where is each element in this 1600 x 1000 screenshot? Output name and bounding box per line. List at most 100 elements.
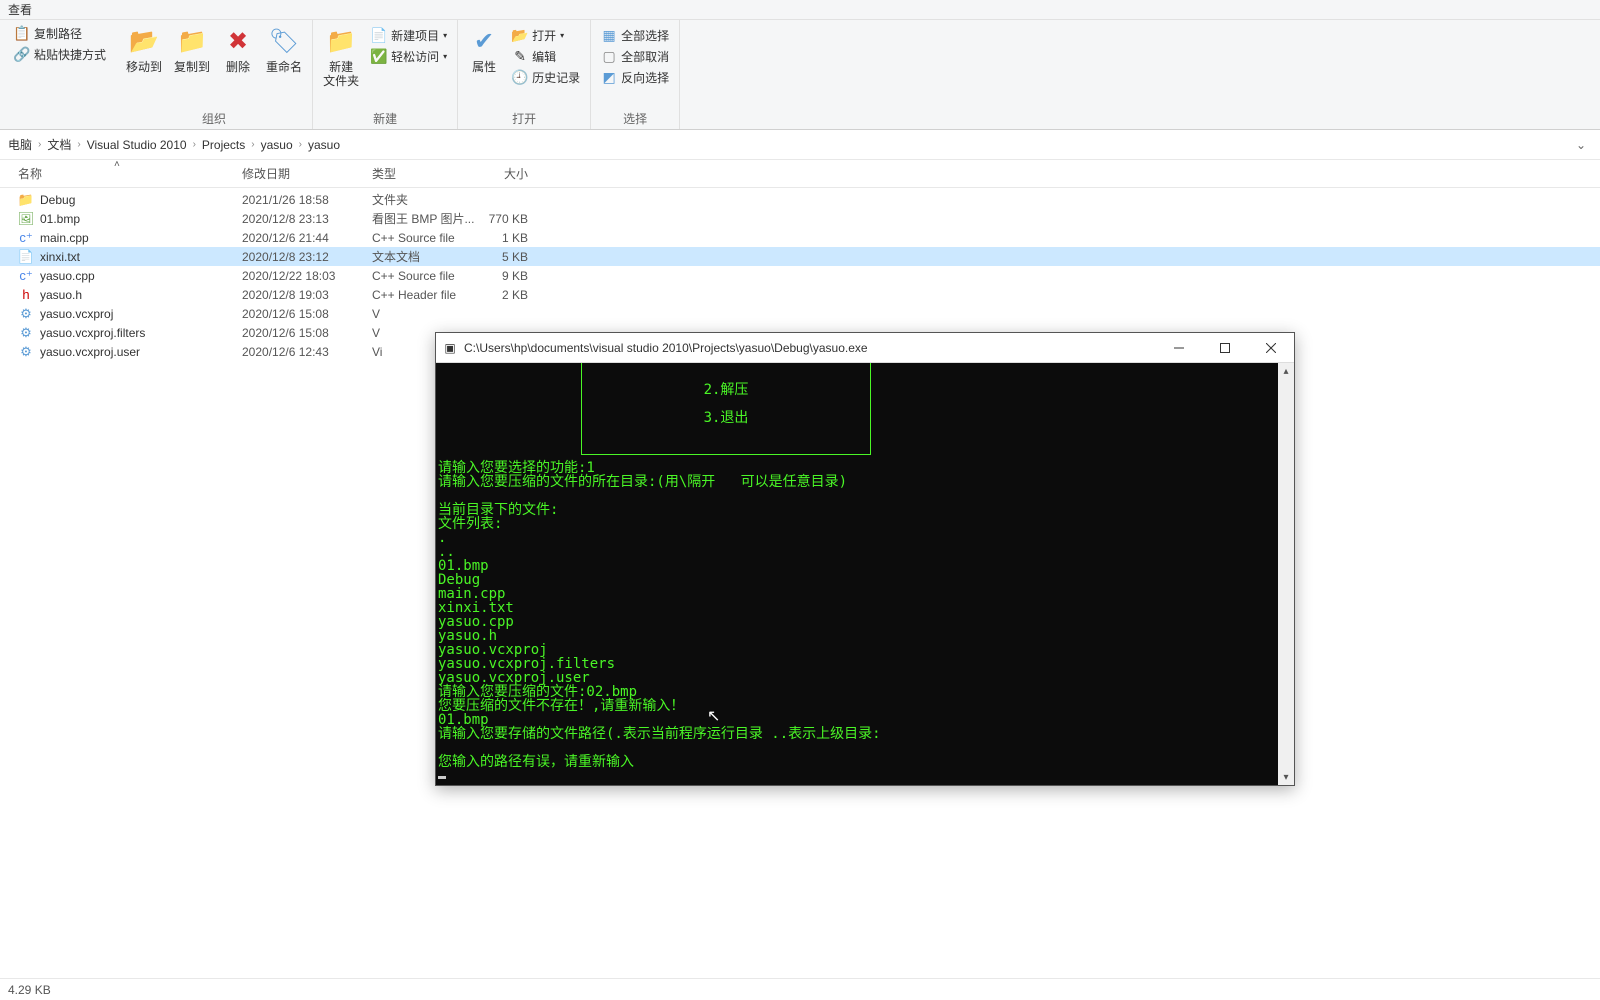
file-icon: ⚙ xyxy=(18,344,34,360)
breadcrumb-item[interactable]: Visual Studio 2010 xyxy=(87,138,187,152)
file-date: 2020/12/22 18:03 xyxy=(242,269,372,283)
file-name: yasuo.vcxproj.filters xyxy=(40,326,145,340)
breadcrumb-item[interactable]: Projects xyxy=(202,138,245,152)
ribbon-group-organize-label: 组织 xyxy=(122,108,306,127)
file-icon: 🖼 xyxy=(18,211,34,227)
file-row[interactable]: c⁺yasuo.cpp2020/12/22 18:03C++ Source fi… xyxy=(0,266,1600,285)
new-item-button[interactable]: 📄 新建项目 ▾ xyxy=(367,26,451,45)
file-date: 2020/12/6 15:08 xyxy=(242,326,372,340)
invert-selection-button[interactable]: ◩ 反向选择 xyxy=(597,68,673,87)
status-size: 4.29 KB xyxy=(8,983,51,997)
breadcrumb-sep-icon: › xyxy=(299,139,302,150)
console-window[interactable]: ▣ C:\Users\hp\documents\visual studio 20… xyxy=(435,332,1295,786)
chevron-down-icon: ▾ xyxy=(443,52,447,61)
file-row[interactable]: c⁺main.cpp2020/12/6 21:44C++ Source file… xyxy=(0,228,1600,247)
file-date: 2020/12/8 19:03 xyxy=(242,288,372,302)
select-none-button[interactable]: ▢ 全部取消 xyxy=(597,47,673,66)
console-menu-item: 3.退出 xyxy=(582,411,870,425)
minimize-icon xyxy=(1174,343,1184,353)
new-folder-icon: 📁 xyxy=(325,26,357,58)
file-icon: c⁺ xyxy=(18,230,34,246)
file-row[interactable]: 📄xinxi.txt2020/12/8 23:12文本文档5 KB xyxy=(0,247,1600,266)
select-all-button[interactable]: ▦ 全部选择 xyxy=(597,26,673,45)
breadcrumb-sep-icon: › xyxy=(38,139,41,150)
console-body[interactable]: 2.解压 3.退出 请输入您要选择的功能:1 请输入您要压缩的文件的所在目录:(… xyxy=(436,363,1294,785)
chevron-down-icon: ▾ xyxy=(560,31,564,40)
delete-icon: ✖ xyxy=(222,26,254,58)
file-date: 2020/12/6 12:43 xyxy=(242,345,372,359)
scroll-up-icon[interactable]: ▴ xyxy=(1278,363,1294,379)
minimize-button[interactable] xyxy=(1156,333,1202,363)
ribbon-group-open: ✔ 属性 📂 打开 ▾ ✎ 编辑 🕘 历史记录 打开 xyxy=(458,20,591,129)
breadcrumb-item[interactable]: yasuo xyxy=(308,138,340,152)
console-titlebar[interactable]: ▣ C:\Users\hp\documents\visual studio 20… xyxy=(436,333,1294,363)
file-row[interactable]: 📁Debug2021/1/26 18:58文件夹 xyxy=(0,190,1600,209)
console-menu-item: 2.解压 xyxy=(582,383,870,397)
new-folder-button[interactable]: 📁 新建 文件夹 xyxy=(319,24,363,91)
file-row[interactable]: hyasuo.h2020/12/8 19:03C++ Header file2 … xyxy=(0,285,1600,304)
maximize-button[interactable] xyxy=(1202,333,1248,363)
file-size: 5 KB xyxy=(476,250,536,264)
properties-icon: ✔ xyxy=(468,26,500,58)
file-name: 01.bmp xyxy=(40,212,80,226)
copy-path-button[interactable]: 📋 复制路径 xyxy=(10,24,86,43)
file-row[interactable]: 🖼01.bmp2020/12/8 23:13看图王 BMP 图片...770 K… xyxy=(0,209,1600,228)
column-size[interactable]: 大小 xyxy=(476,165,536,182)
select-none-icon: ▢ xyxy=(601,49,617,65)
file-icon: ⚙ xyxy=(18,306,34,322)
column-headers[interactable]: 名称 ˄ 修改日期 类型 大小 xyxy=(0,160,1600,188)
file-icon: c⁺ xyxy=(18,268,34,284)
ribbon-group-select-label: 选择 xyxy=(597,108,673,127)
file-date: 2020/12/8 23:12 xyxy=(242,250,372,264)
breadcrumb-item[interactable]: 文档 xyxy=(47,136,71,153)
paste-shortcut-button[interactable]: 🔗 粘贴快捷方式 xyxy=(10,45,110,64)
breadcrumb-sep-icon: › xyxy=(77,139,80,150)
ribbon: 📋 复制路径 🔗 粘贴快捷方式 📂 移动到 📁 复制到 ✖ 删除 xyxy=(0,20,1600,130)
edit-label: 编辑 xyxy=(532,48,556,65)
file-name: yasuo.h xyxy=(40,288,82,302)
column-name[interactable]: 名称 ˄ xyxy=(18,165,242,182)
invert-label: 反向选择 xyxy=(621,69,669,86)
rename-button[interactable]: 🏷 重命名 xyxy=(262,24,306,76)
properties-label: 属性 xyxy=(472,60,496,74)
close-icon xyxy=(1266,343,1276,353)
file-date: 2020/12/6 21:44 xyxy=(242,231,372,245)
column-date[interactable]: 修改日期 xyxy=(242,165,372,182)
console-app-icon: ▣ xyxy=(442,340,458,356)
file-name: Debug xyxy=(40,193,75,207)
file-icon: 📄 xyxy=(18,249,34,265)
console-scrollbar[interactable]: ▴ ▾ xyxy=(1278,363,1294,785)
properties-button[interactable]: ✔ 属性 xyxy=(464,24,504,76)
file-icon: h xyxy=(18,287,34,303)
close-button[interactable] xyxy=(1248,333,1294,363)
file-name: main.cpp xyxy=(40,231,89,245)
copy-to-button[interactable]: 📁 复制到 xyxy=(170,24,214,76)
file-size: 1 KB xyxy=(476,231,536,245)
file-row[interactable]: ⚙yasuo.vcxproj2020/12/6 15:08V xyxy=(0,304,1600,323)
scroll-down-icon[interactable]: ▾ xyxy=(1278,769,1294,785)
console-title: C:\Users\hp\documents\visual studio 2010… xyxy=(464,341,868,355)
delete-button[interactable]: ✖ 删除 xyxy=(218,24,258,76)
history-button[interactable]: 🕘 历史记录 xyxy=(508,68,584,87)
explorer-tab-title: 查看 xyxy=(0,0,1600,20)
move-to-icon: 📂 xyxy=(128,26,160,58)
move-to-button[interactable]: 📂 移动到 xyxy=(122,24,166,76)
file-type: 看图王 BMP 图片... xyxy=(372,210,476,227)
breadcrumb-item[interactable]: 电脑 xyxy=(8,136,32,153)
copy-path-icon: 📋 xyxy=(14,26,30,42)
column-type[interactable]: 类型 xyxy=(372,165,476,182)
file-date: 2020/12/6 15:08 xyxy=(242,307,372,321)
status-bar: 4.29 KB xyxy=(0,978,1600,1000)
file-name: yasuo.vcxproj.user xyxy=(40,345,140,359)
easy-access-button[interactable]: ✅ 轻松访问 ▾ xyxy=(367,47,451,66)
open-button[interactable]: 📂 打开 ▾ xyxy=(508,26,584,45)
breadcrumb-sep-icon: › xyxy=(193,139,196,150)
open-icon: 📂 xyxy=(512,28,528,44)
rename-label: 重命名 xyxy=(266,60,302,74)
file-type: C++ Header file xyxy=(372,288,476,302)
file-date: 2021/1/26 18:58 xyxy=(242,193,372,207)
breadcrumb[interactable]: 电脑 › 文档 › Visual Studio 2010 › Projects … xyxy=(0,130,1600,160)
edit-button[interactable]: ✎ 编辑 xyxy=(508,47,584,66)
chevron-down-icon[interactable]: ⌄ xyxy=(1576,138,1586,152)
breadcrumb-item[interactable]: yasuo xyxy=(261,138,293,152)
